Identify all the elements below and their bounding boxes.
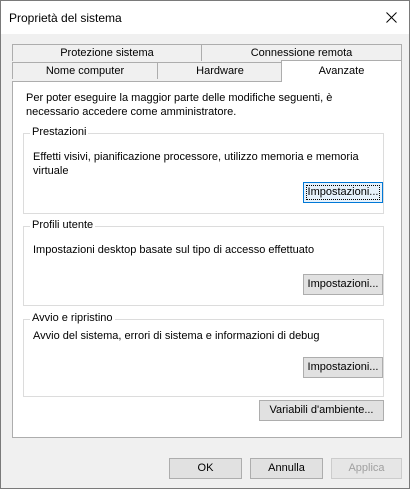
group-profili-utente: Profili utente Impostazioni desktop basa… [23,219,384,306]
profili-settings-button[interactable]: Impostazioni... [303,274,383,295]
avvio-settings-button[interactable]: Impostazioni... [303,357,383,378]
prestazioni-settings-button[interactable]: Impostazioni... [303,182,383,203]
close-icon [385,12,397,23]
advanced-tab-panel: Per poter eseguire la maggior parte dell… [12,81,402,438]
group-text-avvio-ripristino: Avvio del sistema, errori di sistema e i… [33,330,320,342]
apply-button[interactable]: Applica [331,458,402,479]
group-prestazioni: Prestazioni Effetti visivi, pianificazio… [23,126,384,214]
close-button[interactable] [373,1,409,34]
group-label-profili-utente: Profili utente [30,219,96,231]
window-title: Proprietà del sistema [9,11,122,25]
group-label-avvio-ripristino: Avvio e ripristino [30,312,115,324]
group-text-profili-utente: Impostazioni desktop basate sul tipo di … [33,244,315,256]
tab-connessione-remota[interactable]: Connessione remota [201,44,402,61]
tab-protezione-sistema[interactable]: Protezione sistema [12,44,202,61]
tab-avanzate[interactable]: Avanzate [281,60,402,82]
ok-button[interactable]: OK [169,458,242,479]
group-text-prestazioni: Effetti visivi, pianificazione processor… [33,151,359,177]
cancel-button[interactable]: Annulla [250,458,323,479]
tab-nome-computer[interactable]: Nome computer [12,62,158,79]
title-bar: Proprietà del sistema [1,1,409,34]
system-properties-window: Proprietà del sistema Protezione sistema… [0,0,410,489]
group-label-prestazioni: Prestazioni [30,126,89,138]
environment-variables-button[interactable]: Variabili d'ambiente... [259,400,384,421]
group-avvio-ripristino: Avvio e ripristino Avvio del sistema, er… [23,312,384,397]
admin-notice: Per poter eseguire la maggior parte dell… [26,92,333,118]
tab-hardware[interactable]: Hardware [157,62,283,79]
